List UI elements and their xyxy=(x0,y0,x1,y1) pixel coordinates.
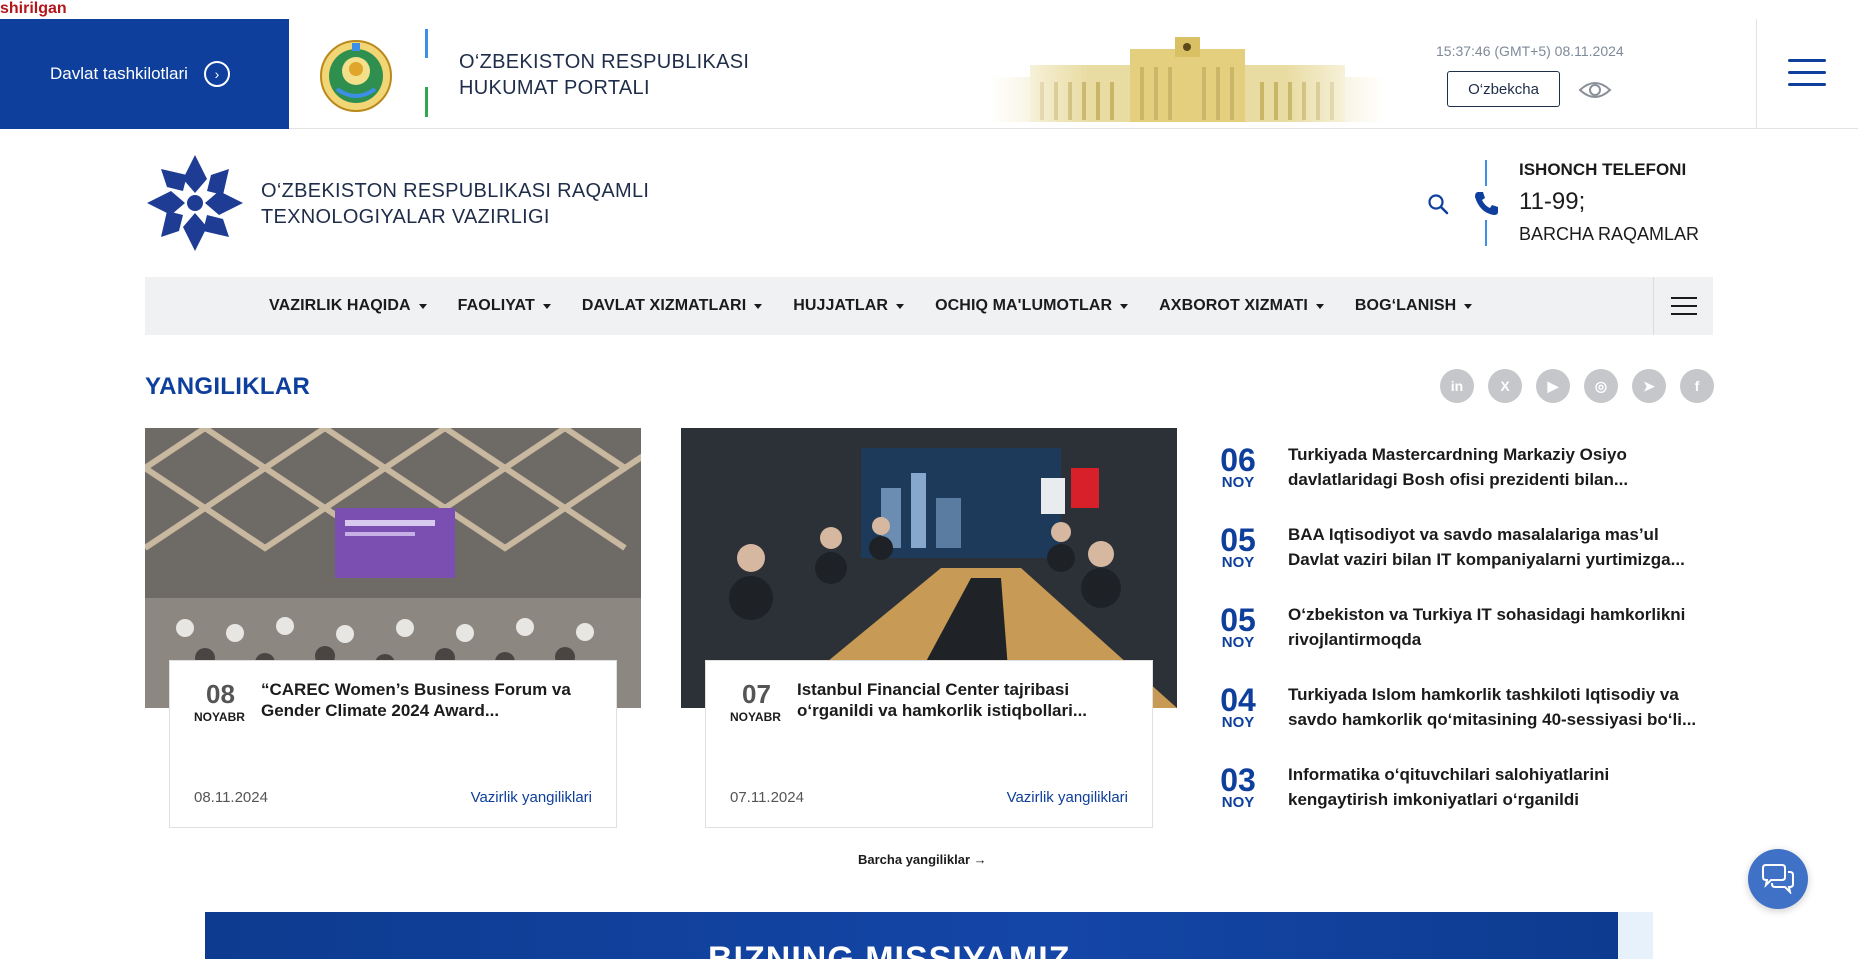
nav-item-about[interactable]: VAZIRLIK HAQIDA xyxy=(269,297,427,315)
government-organizations-label: Davlat tashkilotlari xyxy=(50,64,188,83)
nav-item-contact[interactable]: BOG‘LANISH xyxy=(1354,297,1473,315)
main-navigation: VAZIRLIK HAQIDA FAOLIYAT DAVLAT XIZMATLA… xyxy=(145,277,1713,335)
featured-news-card[interactable]: 08 NOYABR “CAREC Women’s Business Forum … xyxy=(145,428,641,828)
corner-label: shirilgan xyxy=(0,0,67,17)
ministry-title-line2: TEXNOLOGIYALAR VAZIRLIGI xyxy=(261,206,550,228)
nav-item-press[interactable]: AXBOROT XIZMATI xyxy=(1159,297,1324,315)
nav-item-label: OCHIQ MA'LUMOTLAR xyxy=(935,297,1113,314)
news-list-title[interactable]: BAA Iqtisodiyot va savdo masalalariga ma… xyxy=(1288,522,1713,572)
news-list-item[interactable]: 06 NOY Turkiyada Mastercardning Markaziy… xyxy=(1218,440,1713,520)
state-emblem-icon xyxy=(320,40,392,112)
government-top-bar: Davlat tashkilotlari › O‘ZBEKISTON RESPU… xyxy=(0,19,1858,129)
news-list-item[interactable]: 05 NOY O‘zbekiston va Turkiya IT sohasid… xyxy=(1218,600,1713,680)
nav-item-open-data[interactable]: OCHIQ MA'LUMOTLAR xyxy=(935,297,1129,315)
portal-title-line2: HUKUMAT PORTALI xyxy=(459,77,650,99)
news-list-month: NOY xyxy=(1221,554,1255,571)
linkedin-icon[interactable]: in xyxy=(1440,369,1474,403)
mission-banner: BIZNING MISSIYAMIZ xyxy=(205,912,1618,959)
facebook-icon[interactable]: f xyxy=(1680,369,1714,403)
social-links: in X ▶ ◎ ➤ f xyxy=(1440,369,1728,403)
nav-item-documents[interactable]: HUJJATLAR xyxy=(793,297,905,315)
news-list-title[interactable]: Turkiyada Mastercardning Markaziy Osiyo … xyxy=(1288,442,1713,492)
chevron-right-icon: › xyxy=(203,61,230,87)
news-list: 06 NOY Turkiyada Mastercardning Markaziy… xyxy=(1218,440,1713,840)
news-month: NOYABR xyxy=(194,710,245,724)
news-date: 07.11.2024 xyxy=(730,789,804,806)
government-building-illustration xyxy=(990,27,1385,127)
nav-item-label: DAVLAT XIZMATLARI xyxy=(581,297,747,314)
caret-down-icon xyxy=(418,303,427,309)
nav-item-services[interactable]: DAVLAT XIZMATLARI xyxy=(581,297,763,315)
government-portal-title[interactable]: O‘ZBEKISTON RESPUBLIKASI HUKUMAT PORTALI xyxy=(459,49,749,101)
news-info-box: 08 NOYABR “CAREC Women’s Business Forum … xyxy=(169,660,617,828)
flag-divider xyxy=(425,29,428,117)
news-list-title[interactable]: Informatika o‘qituvchilari salohiyatlari… xyxy=(1288,762,1713,812)
news-section-title: YANGILIKLAR xyxy=(145,373,311,400)
accessibility-eye-icon[interactable] xyxy=(1578,79,1612,101)
news-date: 08.11.2024 xyxy=(194,789,268,806)
language-selector[interactable]: O‘zbekcha xyxy=(1447,71,1560,107)
chat-bubbles-icon xyxy=(1762,864,1794,894)
all-news-link[interactable]: Barcha yangiliklar → xyxy=(858,852,987,867)
trust-phone-separator xyxy=(1485,160,1487,246)
chat-button[interactable] xyxy=(1748,849,1808,909)
news-list-item[interactable]: 04 NOY Turkiyada Islom hamkorlik tashkil… xyxy=(1218,680,1713,760)
caret-down-icon xyxy=(754,303,763,309)
trust-phone-title: ISHONCH TELEFONI xyxy=(1519,160,1687,179)
trust-phone-number[interactable]: 11-99; xyxy=(1519,188,1585,216)
search-icon[interactable] xyxy=(1427,193,1449,215)
nav-item-label: FAOLIYAT xyxy=(457,297,535,314)
all-numbers-link[interactable]: BARCHA RAQAMLAR xyxy=(1519,224,1699,245)
clock-display: 15:37:46 (GMT+5) 08.11.2024 xyxy=(1436,43,1624,59)
mission-title: BIZNING MISSIYAMIZ xyxy=(708,940,1071,959)
nav-item-label: HUJJATLAR xyxy=(793,297,889,314)
news-category-link[interactable]: Vazirlik yangiliklari xyxy=(1007,789,1128,806)
news-list-month: NOY xyxy=(1221,794,1255,811)
nav-menu-icon[interactable] xyxy=(1653,277,1713,335)
news-list-month: NOY xyxy=(1221,714,1255,731)
portal-title-line1: O‘ZBEKISTON RESPUBLIKASI xyxy=(459,51,750,73)
news-info-box: 07 NOYABR Istanbul Financial Center tajr… xyxy=(705,660,1153,828)
news-list-month: NOY xyxy=(1221,634,1255,651)
caret-down-icon xyxy=(1464,303,1473,309)
government-organizations-button[interactable]: Davlat tashkilotlari › xyxy=(0,19,289,129)
news-day: 08 xyxy=(206,679,235,709)
ministry-title-line1: O‘ZBEKISTON RESPUBLIKASI RAQAMLI xyxy=(261,180,650,202)
telegram-icon[interactable]: ➤ xyxy=(1632,369,1666,403)
news-month: NOYABR xyxy=(730,710,781,724)
nav-item-label: BOG‘LANISH xyxy=(1354,297,1457,314)
news-list-title[interactable]: Turkiyada Islom hamkorlik tashkiloti Iqt… xyxy=(1288,682,1713,732)
nav-item-label: VAZIRLIK HAQIDA xyxy=(269,297,411,314)
caret-down-icon xyxy=(1120,303,1129,309)
news-category-link[interactable]: Vazirlik yangiliklari xyxy=(471,789,592,806)
nav-item-label: AXBOROT XIZMATI xyxy=(1159,297,1308,314)
caret-down-icon xyxy=(896,303,905,309)
news-headline[interactable]: “CAREC Women’s Business Forum va Gender … xyxy=(261,679,601,721)
news-list-item[interactable]: 03 NOY Informatika o‘qituvchilari salohi… xyxy=(1218,760,1713,840)
news-list-item[interactable]: 05 NOY BAA Iqtisodiyot va savdo masalala… xyxy=(1218,520,1713,600)
ministry-logo[interactable] xyxy=(145,153,245,253)
x-twitter-icon[interactable]: X xyxy=(1488,369,1522,403)
news-headline[interactable]: Istanbul Financial Center tajribasi o‘rg… xyxy=(797,679,1137,721)
nav-item-activity[interactable]: FAOLIYAT xyxy=(458,297,551,315)
top-bar-separator xyxy=(1756,19,1757,129)
ministry-title[interactable]: O‘ZBEKISTON RESPUBLIKASI RAQAMLI TEXNOLO… xyxy=(261,178,649,230)
news-list-month: NOY xyxy=(1221,474,1255,491)
instagram-icon[interactable]: ◎ xyxy=(1584,369,1618,403)
featured-news-card[interactable]: 07 NOYABR Istanbul Financial Center tajr… xyxy=(681,428,1177,828)
caret-down-icon xyxy=(1315,303,1324,309)
mission-side-panel xyxy=(1618,912,1653,959)
youtube-icon[interactable]: ▶ xyxy=(1536,369,1570,403)
news-day: 07 xyxy=(742,679,771,709)
news-list-title[interactable]: O‘zbekiston va Turkiya IT sohasidagi ham… xyxy=(1288,602,1713,652)
caret-down-icon xyxy=(542,303,551,309)
main-menu-icon[interactable] xyxy=(1788,59,1826,89)
